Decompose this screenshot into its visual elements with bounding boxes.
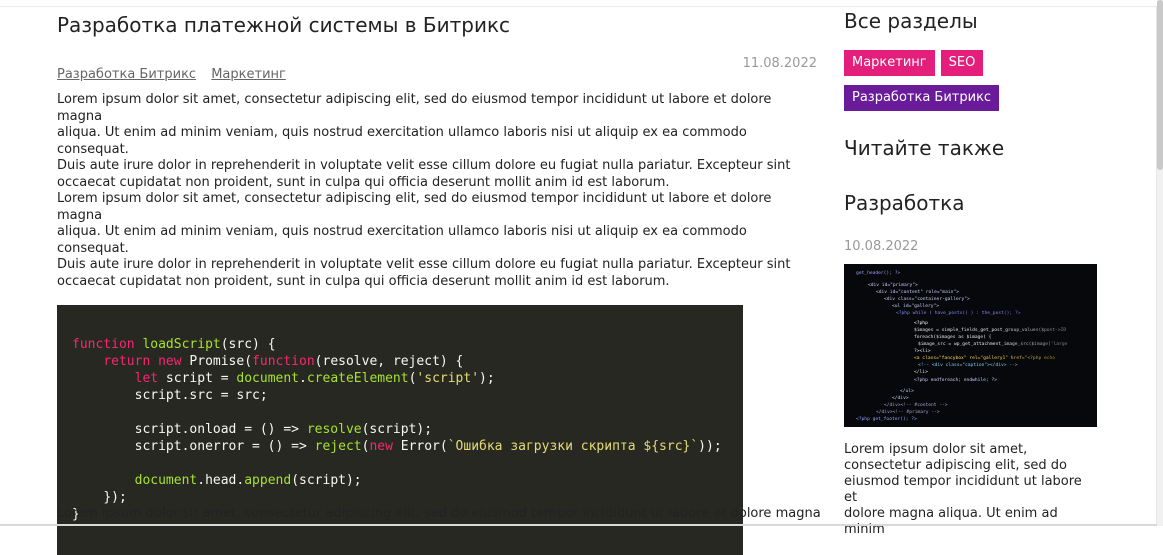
- body-line: Duis aute irure dolor in reprehenderit i…: [57, 257, 791, 272]
- code-token: 'script': [416, 371, 480, 386]
- article-meta: Разработка Битрикс Маркетинг 11.08.2022: [57, 52, 817, 82]
- badge-row: Разработка Битрикс: [844, 85, 1097, 111]
- svg-text:</div><!-- #primary -->: </div><!-- #primary -->: [876, 409, 940, 415]
- svg-text:<?php get_footer(); ?>: <?php get_footer(); ?>: [856, 416, 917, 422]
- article-title: Разработка платежной системы в Битрикс: [57, 13, 511, 37]
- svg-text:?><li>: ?><li>: [914, 348, 931, 354]
- code-token: resolve: [306, 422, 362, 437]
- svg-text:<?php endforeach; endwhile; ?>: <?php endforeach; endwhile; ?>: [914, 377, 997, 383]
- code-token: loadScript: [142, 337, 221, 352]
- body-line: Lorem ipsum dolor sit amet, consectetur …: [57, 92, 772, 124]
- body-line: Lorem ipsum dolor sit amet, consectetur …: [57, 191, 772, 223]
- article-tags: Разработка Битрикс Маркетинг: [57, 67, 297, 82]
- article: Разработка платежной системы в Битрикс Р…: [57, 12, 817, 555]
- article-body-continued: Lorem ipsum dolor sit amet, consectetur …: [57, 506, 821, 521]
- code-token: );: [479, 371, 495, 386]
- code-token: let: [134, 371, 159, 386]
- code-token: (script);: [291, 473, 362, 488]
- code-token: return new: [103, 354, 182, 369]
- code-token: script.onerror = () =>: [134, 439, 315, 454]
- code-token: (src) {: [220, 337, 276, 352]
- code-token: script =: [158, 371, 237, 386]
- body-line: Duis aute irure dolor in reprehenderit i…: [57, 158, 791, 173]
- code-token: script.src = src;: [134, 388, 268, 403]
- body-line: occaecat cupidatat non proident, sunt in…: [57, 273, 670, 289]
- svg-text:</div><!-- #content -->: </div><!-- #content -->: [884, 402, 948, 408]
- code-token: ));: [698, 439, 722, 454]
- code-token: (: [244, 354, 253, 369]
- code-token: document: [134, 473, 198, 488]
- sidebar: Все разделы Маркетинг SEO Разработка Битр…: [844, 8, 1097, 538]
- code-token: `Ошибка загрузки скрипта ${src}`: [447, 439, 699, 454]
- code-token: document: [236, 371, 300, 386]
- code-token: function: [72, 337, 135, 352]
- code-token: (resolve, reject) {: [314, 354, 464, 369]
- top-divider: [0, 6, 1157, 7]
- body-line: aliqua. Ut enim ad minim veniam, quis no…: [57, 224, 747, 256]
- code-token: .head.: [197, 473, 245, 488]
- article-body: Lorem ipsum dolor sit amet, consectetur …: [57, 92, 817, 290]
- svg-text:<div class="container-gallery": <div class="container-gallery">: [884, 296, 970, 302]
- body-line: aliqua. Ut enim ad minim veniam, quis no…: [57, 125, 747, 157]
- excerpt-line: eiusmod tempor incididunt ut labore et: [844, 474, 1082, 505]
- tag-link-razrabotka-bitrix[interactable]: Разработка Битрикс: [57, 67, 196, 82]
- sections-heading: Все разделы: [844, 9, 978, 33]
- article-date: 11.08.2022: [742, 56, 817, 71]
- badge-razrabotka-bitrix[interactable]: Разработка Битрикс: [844, 85, 1000, 111]
- code-token: new: [369, 439, 393, 454]
- code-token: (: [439, 439, 448, 454]
- code-token: createElement: [306, 371, 409, 386]
- badge-marketing[interactable]: Маркетинг: [844, 50, 935, 76]
- code-screenshot-image: get_header(); ?> <div id="primary"> <div…: [844, 264, 1097, 427]
- code-token: reject: [314, 439, 362, 454]
- excerpt-line: Lorem ipsum dolor sit amet,: [844, 442, 1028, 457]
- excerpt-line: consectetur adipiscing elit, sed do: [844, 458, 1067, 473]
- code-token: .: [299, 371, 307, 386]
- code-token: Error: [392, 439, 440, 454]
- svg-text:<div id="primary">: <div id="primary">: [868, 282, 918, 288]
- badge-seo[interactable]: SEO: [940, 50, 984, 76]
- code-token: function: [252, 354, 315, 369]
- related-category-title[interactable]: Разработка: [844, 190, 1097, 216]
- category-badges: Маркетинг SEO Разработка Битрикс: [844, 50, 1097, 111]
- svg-text:</div>: </div>: [892, 395, 909, 401]
- excerpt-line: dolore magna aliqua. Ut enim ad minim: [844, 506, 1058, 537]
- tag-link-marketing[interactable]: Маркетинг: [211, 67, 286, 82]
- code-content: function loadScript(src) { return new Pr…: [72, 336, 743, 523]
- scrollbar[interactable]: [1157, 0, 1163, 526]
- code-token: Promise: [189, 354, 245, 369]
- code-token: (script);: [361, 422, 433, 437]
- related-post-date: 10.08.2022: [844, 239, 919, 254]
- svg-text:</ul>: </ul>: [900, 388, 914, 394]
- code-token: append: [244, 473, 292, 488]
- svg-text:<ul id="gallery">: <ul id="gallery">: [892, 303, 939, 309]
- related-post-image[interactable]: get_header(); ?> <div id="primary"> <div…: [844, 264, 1097, 427]
- svg-text:</li>: </li>: [914, 369, 928, 375]
- svg-text:<?php: <?php: [914, 320, 928, 326]
- svg-text:<div id="content" role="main">: <div id="content" role="main">: [876, 289, 959, 295]
- code-token: });: [103, 490, 127, 505]
- svg-text:get_header(); ?>: get_header(); ?>: [856, 270, 900, 276]
- code-token: script.onload = () =>: [134, 422, 307, 437]
- read-also-heading: Читайте также: [844, 136, 1005, 160]
- svg-text:foreach($images as $image) {: foreach($images as $image) {: [914, 334, 992, 340]
- body-line: occaecat cupidatat non proident, sunt in…: [57, 174, 670, 190]
- scrollbar-thumb[interactable]: [1157, 0, 1163, 170]
